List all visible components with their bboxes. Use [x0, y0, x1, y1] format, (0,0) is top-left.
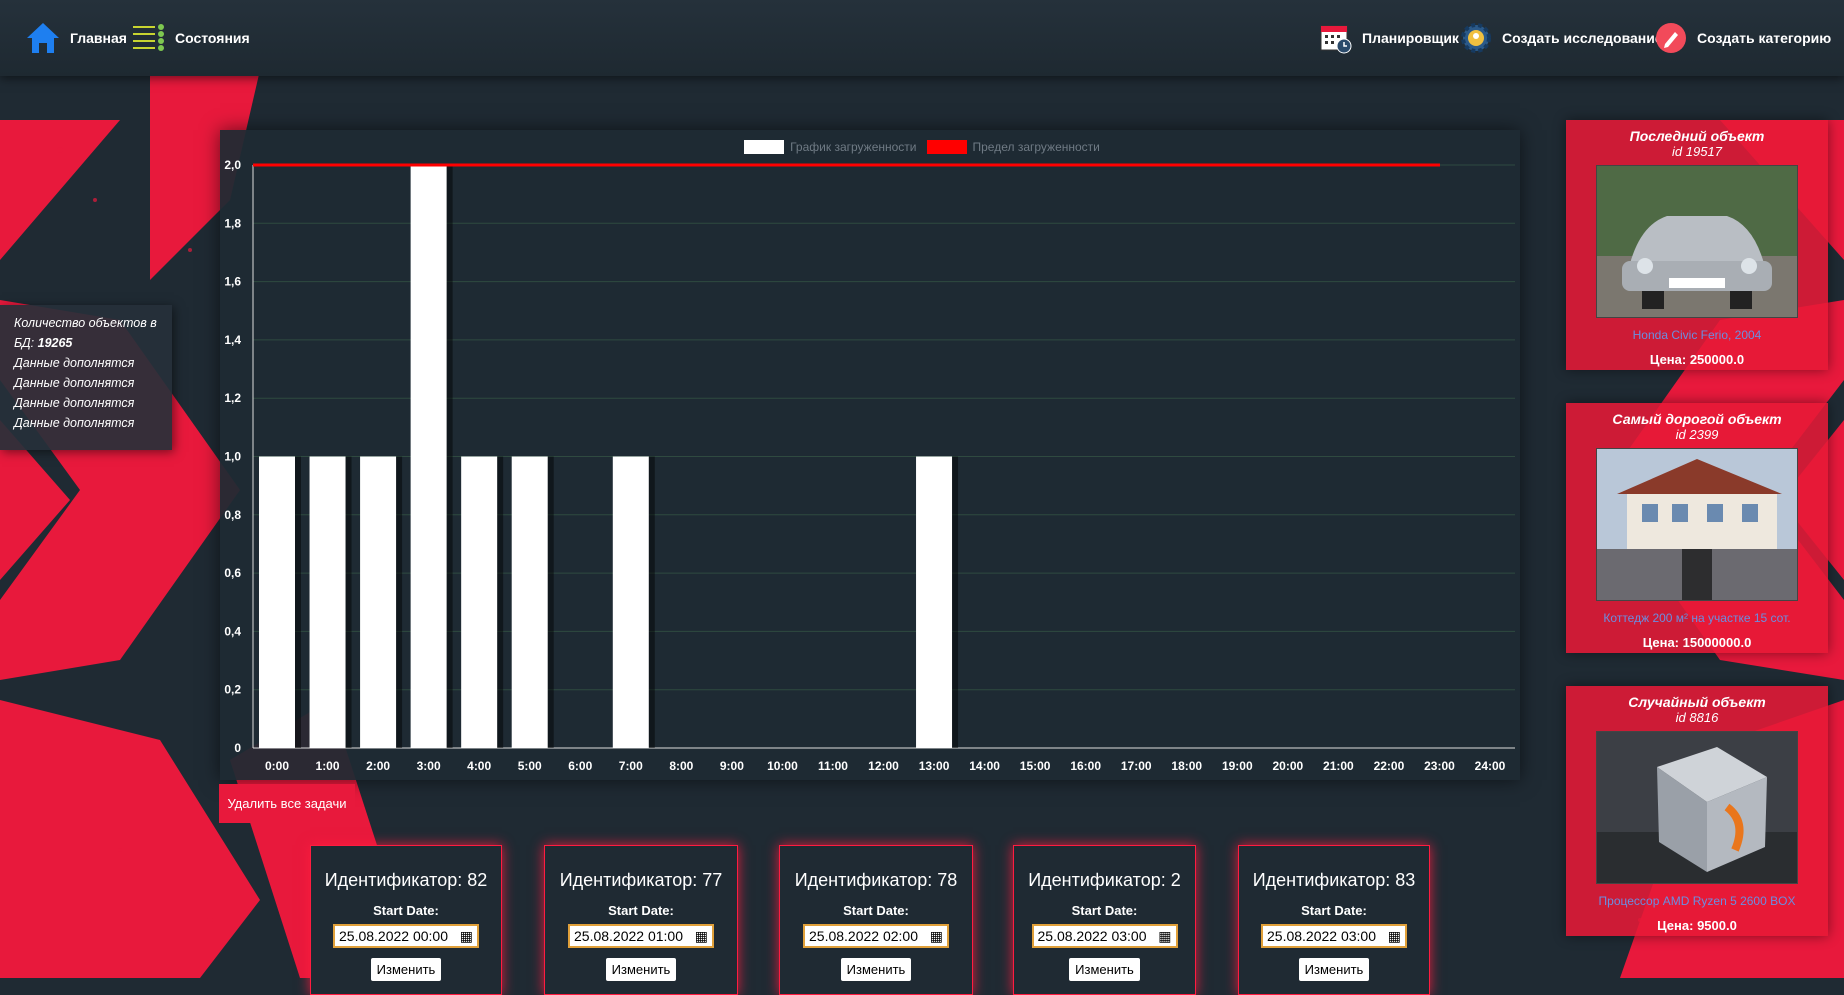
start-date-input[interactable]: 25.08.2022 03:00 ▦: [1261, 924, 1407, 948]
task-card: Идентификатор: 82 Start Date: 25.08.2022…: [310, 845, 502, 995]
start-date-value: 25.08.2022 00:00: [339, 928, 448, 944]
object-id: id 2399: [1675, 427, 1719, 442]
object-price: Цена: 9500.0: [1657, 918, 1737, 933]
task-id-title: Идентификатор: 83: [1252, 870, 1416, 890]
db-count: Количество объектов в БД: 19265: [14, 313, 162, 353]
calendar-clock-icon: [1320, 25, 1352, 54]
stats-line: Данные дополнятся: [14, 396, 135, 410]
db-count-value: 19265: [37, 336, 73, 350]
start-date-input[interactable]: 25.08.2022 00:00 ▦: [333, 924, 479, 948]
task-id-title: Идентификатор: 82: [324, 870, 488, 890]
db-stats-panel: Количество объектов в БД: 19265 Данные д…: [0, 305, 172, 450]
nav-scheduler-label: Планировщик: [1362, 30, 1459, 46]
task-card: Идентификатор: 78 Start Date: 25.08.2022…: [779, 845, 973, 995]
calendar-icon[interactable]: ▦: [695, 928, 708, 945]
delete-all-tasks-button[interactable]: Удалить все задачи: [219, 784, 355, 823]
calendar-icon[interactable]: ▦: [930, 928, 943, 945]
start-date-value: 25.08.2022 02:00: [809, 928, 918, 944]
task-id-title: Идентификатор: 77: [559, 870, 723, 890]
object-link[interactable]: Процессор AMD Ryzen 5 2600 BOX: [1566, 894, 1828, 908]
nav-create-study-label: Создать исследование: [1502, 30, 1663, 46]
task-card: Идентификатор: 83 Start Date: 25.08.2022…: [1238, 845, 1430, 995]
research-gear-icon: [1461, 23, 1491, 53]
start-date-label: Start Date:: [843, 903, 909, 918]
nav-create-category[interactable]: Создать категорию: [1655, 18, 1831, 58]
start-date-value: 25.08.2022 03:00: [1267, 928, 1376, 944]
status-list-icon: [133, 24, 164, 51]
object-price: Цена: 250000.0: [1649, 352, 1745, 367]
chart-panel: [220, 130, 1520, 780]
stats-line: Данные дополнятся: [14, 376, 135, 390]
nav-states-label: Состояния: [175, 30, 250, 46]
latest-object-card: Последний объект id 19517 Honda Civic Fe…: [1566, 120, 1828, 370]
start-date-value: 25.08.2022 03:00: [1037, 928, 1147, 944]
legend-item-limit[interactable]: Предел загруженности: [926, 140, 1100, 154]
legend-swatch-white: [744, 140, 785, 154]
legend-label-limit: Предел загруженности: [972, 140, 1100, 154]
object-heading: Случайный объект: [1628, 694, 1766, 710]
home-icon: [27, 23, 59, 53]
object-price: Цена: 15000000.0: [1642, 635, 1752, 650]
object-id: id 8816: [1675, 710, 1719, 725]
legend-label-load: График загруженности: [790, 140, 917, 154]
nav-home[interactable]: Главная: [26, 18, 127, 58]
nav-home-label: Главная: [70, 30, 127, 46]
nav-scheduler[interactable]: Планировщик: [1320, 18, 1459, 58]
most-expensive-object-card: Самый дорогой объект id 2399 Коттедж 200…: [1566, 403, 1828, 653]
start-date-label: Start Date:: [1301, 903, 1367, 918]
start-date-input[interactable]: 25.08.2022 01:00 ▦: [568, 924, 714, 948]
start-date-label: Start Date:: [608, 903, 674, 918]
calendar-icon[interactable]: ▦: [1158, 928, 1171, 945]
object-photo-cpu[interactable]: [1596, 731, 1798, 884]
nav-create-category-label: Создать категорию: [1697, 30, 1832, 46]
db-count-label: Количество объектов в БД:: [14, 316, 157, 350]
start-date-input[interactable]: 25.08.2022 03:00 ▦: [1031, 924, 1178, 948]
object-heading: Самый дорогой объект: [1612, 411, 1782, 427]
random-object-card: Случайный объект id 8816 Процессор AMD R…: [1566, 686, 1828, 936]
legend-item-load[interactable]: График загруженности: [744, 140, 917, 154]
task-id-title: Идентификатор: 78: [794, 870, 958, 890]
pencil-icon: [1656, 23, 1686, 53]
start-date-label: Start Date:: [1071, 903, 1138, 918]
task-card: Идентификатор: 2 Start Date: 25.08.2022 …: [1013, 845, 1196, 995]
object-link[interactable]: Honda Civic Ferio, 2004: [1566, 328, 1828, 342]
object-photo-car[interactable]: [1596, 165, 1798, 318]
chart-legend: График загруженности Предел загруженност…: [0, 140, 1844, 154]
nav-create-study[interactable]: Создать исследование: [1460, 18, 1663, 58]
start-date-label: Start Date:: [373, 903, 439, 918]
object-photo-house[interactable]: [1596, 448, 1798, 601]
top-navbar: Главная Состояния Планировщик Создать ис…: [0, 0, 1844, 76]
start-date-input[interactable]: 25.08.2022 02:00 ▦: [803, 924, 949, 948]
task-id-title: Идентификатор: 2: [1028, 870, 1181, 890]
calendar-icon[interactable]: ▦: [1388, 928, 1401, 945]
nav-states[interactable]: Состояния: [133, 18, 250, 58]
stats-line: Данные дополнятся: [14, 416, 135, 430]
legend-swatch-red: [926, 140, 967, 154]
start-date-value: 25.08.2022 01:00: [574, 928, 683, 944]
stats-line: Данные дополнятся: [14, 356, 135, 370]
task-card: Идентификатор: 77 Start Date: 25.08.2022…: [544, 845, 738, 995]
calendar-icon[interactable]: ▦: [460, 928, 473, 945]
object-link[interactable]: Коттедж 200 м² на участке 15 сот.: [1566, 611, 1828, 625]
